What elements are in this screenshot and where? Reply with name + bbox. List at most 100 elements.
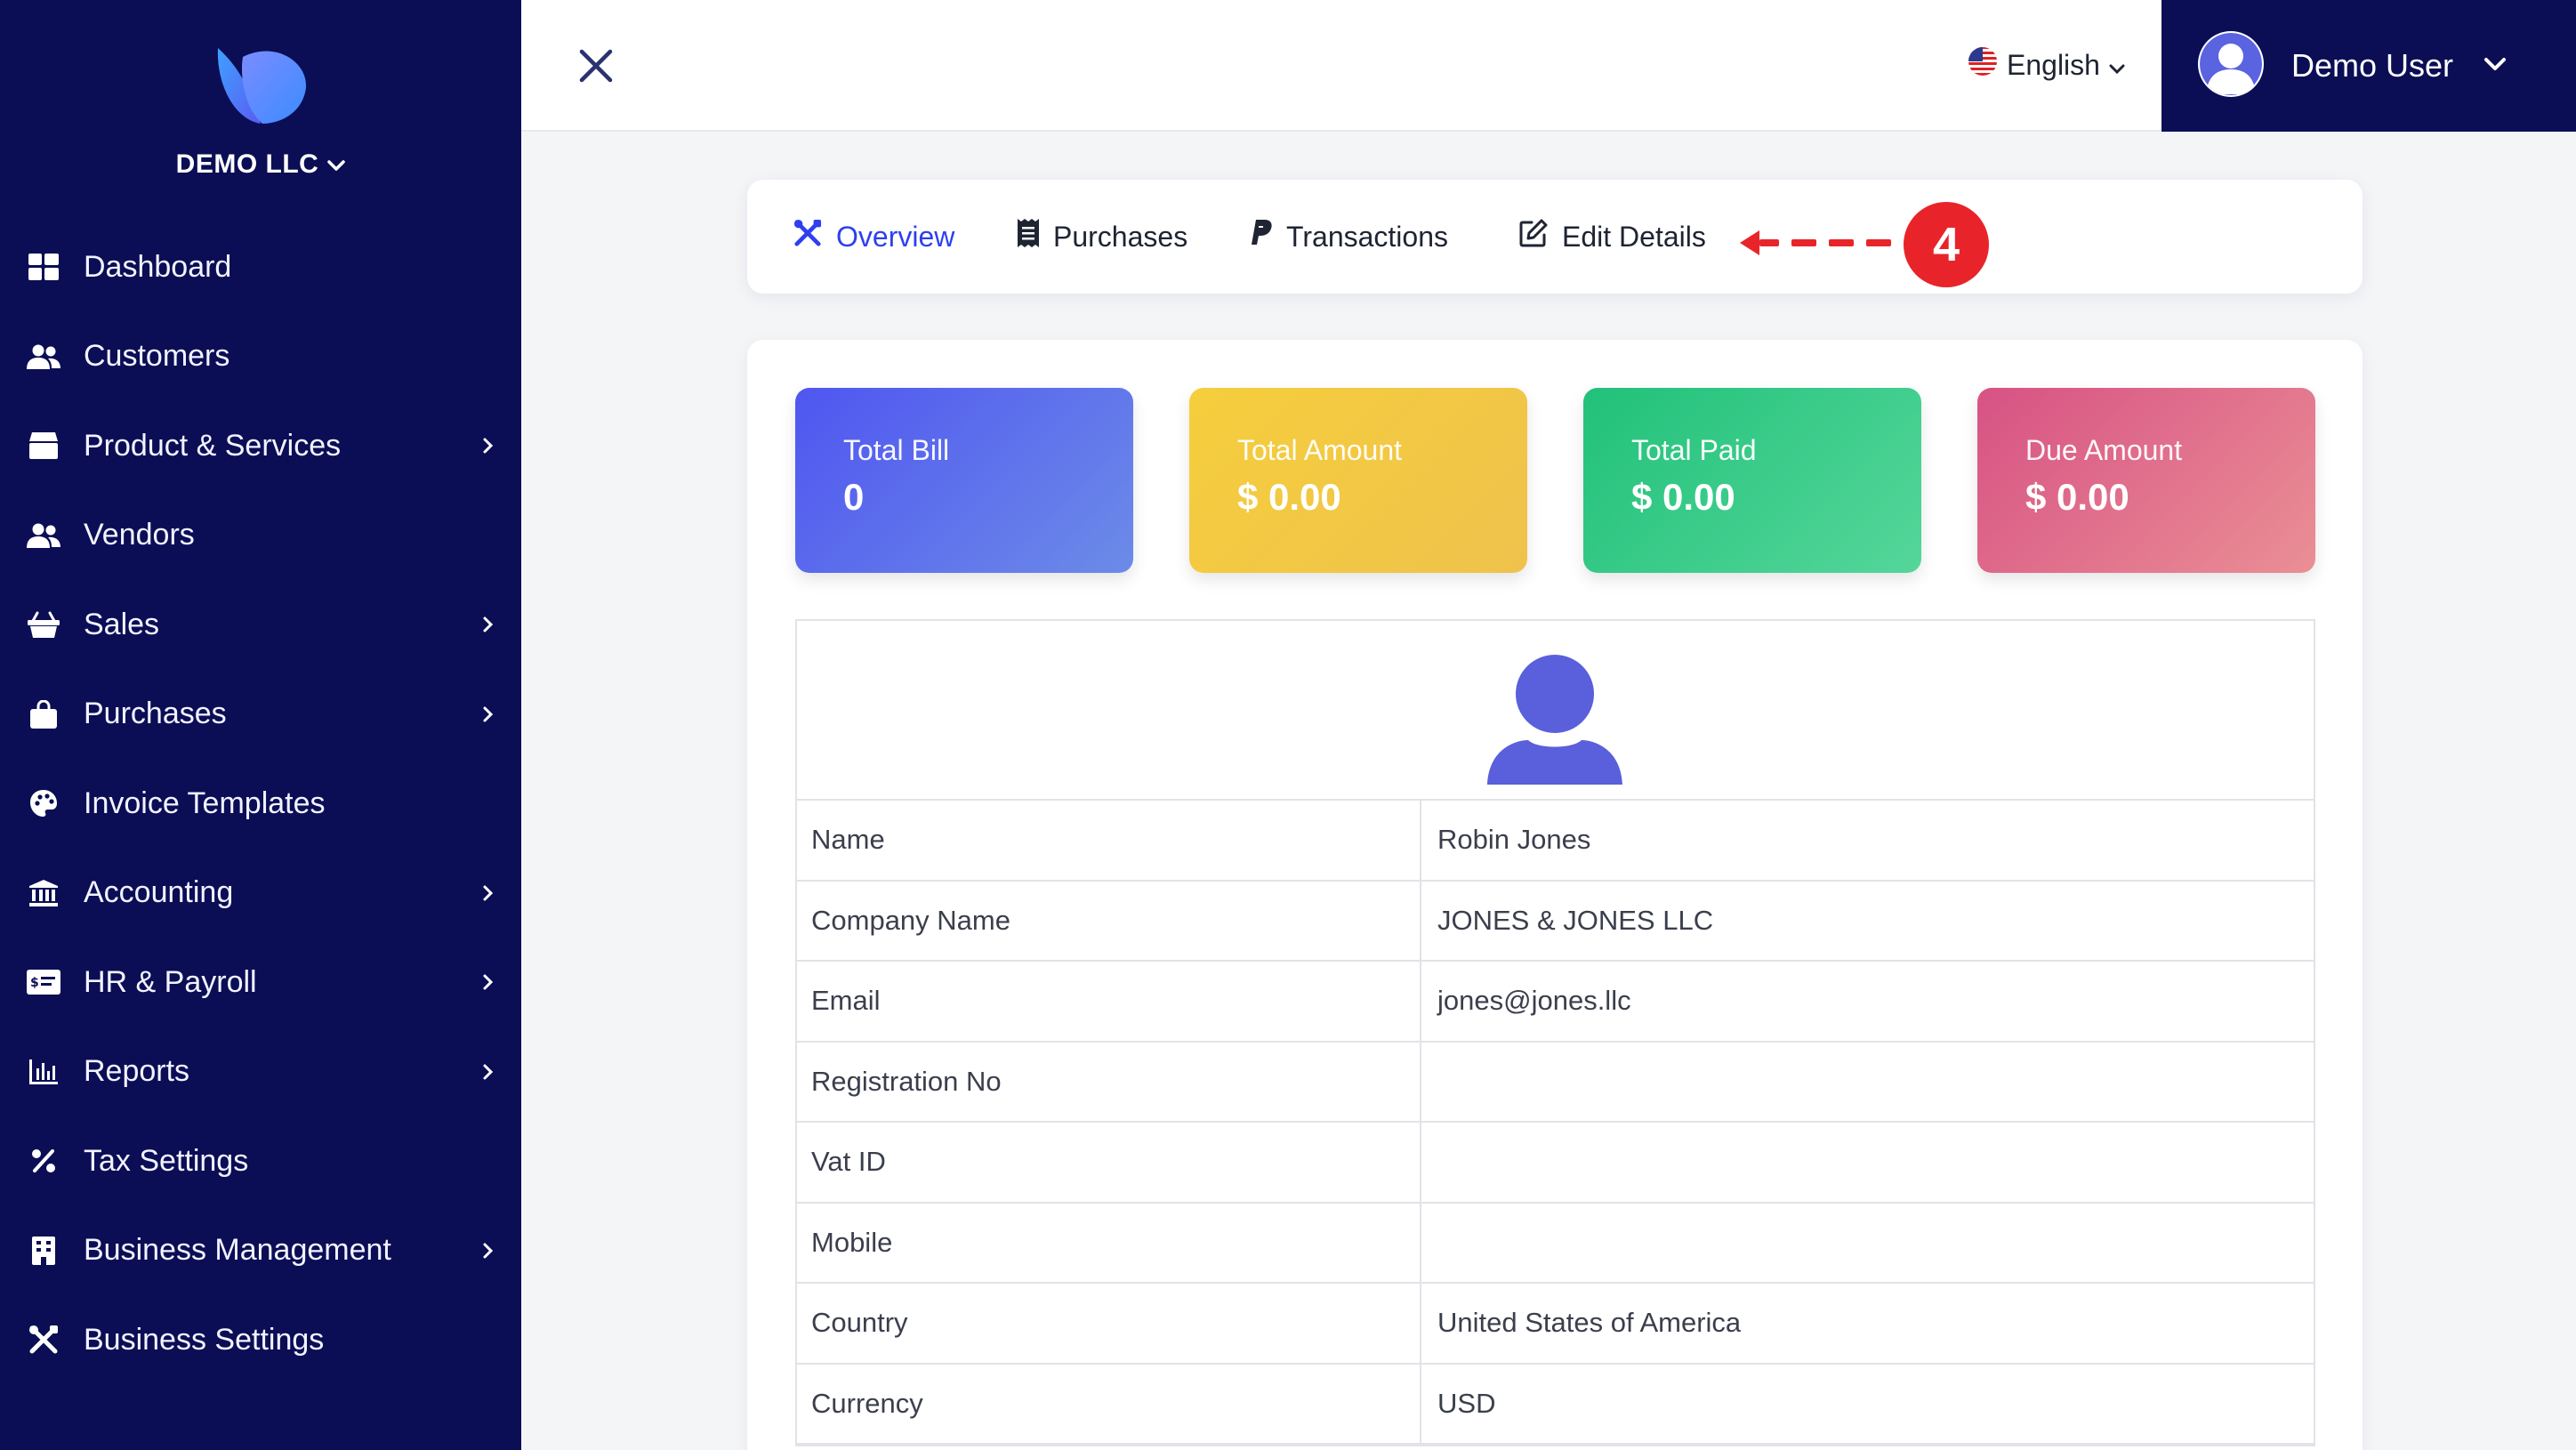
- sidebar-item-business-settings[interactable]: Business Settings: [0, 1295, 521, 1385]
- table-row: Company Name JONES & JONES LLC: [797, 881, 2314, 962]
- tools-icon: [27, 1323, 60, 1357]
- us-flag-icon: [1968, 46, 1998, 84]
- basket-icon: [27, 608, 60, 641]
- chevron-right-icon: [482, 437, 495, 459]
- tools-icon: [793, 219, 822, 254]
- sidebar-item-tax-settings[interactable]: Tax Settings: [0, 1116, 521, 1206]
- sidebar-item-label: Product & Services: [84, 428, 342, 463]
- user-menu[interactable]: Demo User: [2161, 0, 2576, 132]
- users-icon: [27, 519, 60, 552]
- chevron-right-icon: [482, 884, 495, 906]
- bag-icon: [27, 697, 60, 731]
- sidebar-item-label: Sales: [84, 607, 160, 641]
- arrow-left-icon: [1736, 225, 1896, 265]
- sidebar: DEMO LLC Dashboard Customers Product & S…: [0, 0, 521, 1450]
- detail-key: Vat ID: [797, 1123, 1421, 1202]
- sidebar-nav: Dashboard Customers Product & Services V…: [0, 222, 521, 1385]
- tab-label: Overview: [836, 220, 955, 253]
- customer-avatar-row: [797, 621, 2314, 801]
- table-row: Email jones@jones.llc: [797, 962, 2314, 1043]
- building-icon: [27, 1234, 60, 1268]
- user-name: Demo User: [2291, 47, 2454, 84]
- sidebar-item-vendors[interactable]: Vendors: [0, 491, 521, 581]
- stat-value: $ 0.00: [1631, 476, 1735, 518]
- chevron-down-icon: [2483, 57, 2507, 76]
- sidebar-item-label: Business Management: [84, 1233, 391, 1268]
- tab-label: Transactions: [1286, 220, 1448, 253]
- table-row: Country United States of America: [797, 1284, 2314, 1365]
- detail-value: Robin Jones: [1437, 824, 1591, 856]
- tab-edit-details[interactable]: Edit Details: [1519, 180, 1706, 294]
- svg-text:$: $: [30, 976, 39, 990]
- tab-overview[interactable]: Overview: [793, 180, 954, 294]
- percent-icon: [27, 1144, 60, 1178]
- step-badge: 4: [1904, 202, 1989, 287]
- tab-bar: Overview Purchases Transactions Edit Det…: [747, 180, 2363, 294]
- language-label: English: [2007, 48, 2100, 81]
- detail-value: [1421, 1123, 2314, 1202]
- customer-avatar-icon: [1487, 655, 1622, 785]
- chevron-right-icon: [482, 1063, 495, 1085]
- sidebar-item-accounting[interactable]: Accounting: [0, 849, 521, 938]
- sidebar-item-hr-payroll[interactable]: $ HR & Payroll: [0, 938, 521, 1027]
- detail-key: Company Name: [797, 881, 1421, 960]
- sidebar-item-label: Dashboard: [84, 249, 232, 284]
- sidebar-item-customers[interactable]: Customers: [0, 312, 521, 402]
- table-row: Name Robin Jones: [797, 801, 2314, 882]
- table-row: Currency USD: [797, 1364, 2314, 1445]
- sidebar-item-label: HR & Payroll: [84, 964, 257, 999]
- dashboard-icon: [27, 250, 60, 284]
- chevron-down-icon: [327, 149, 346, 180]
- tab-transactions[interactable]: Transactions: [1251, 180, 1448, 294]
- sidebar-item-label: Invoice Templates: [84, 785, 326, 820]
- chevron-right-icon: [482, 705, 495, 728]
- paypal-icon: [1251, 220, 1272, 254]
- stat-card-total-paid: Total Paid $ 0.00: [1583, 388, 1921, 573]
- sidebar-item-business-management[interactable]: Business Management: [0, 1206, 521, 1296]
- stat-card-due-amount: Due Amount $ 0.00: [1977, 388, 2315, 573]
- detail-value: [1421, 1043, 2314, 1122]
- customer-details-table: Name Robin Jones Company Name JONES & JO…: [795, 619, 2315, 1446]
- stat-value: $ 0.00: [1237, 476, 1341, 518]
- chevron-right-icon: [482, 973, 495, 995]
- stat-label: Due Amount: [2025, 434, 2183, 466]
- stat-label: Total Bill: [843, 434, 950, 466]
- detail-key: Mobile: [797, 1203, 1421, 1282]
- brand-logo: [207, 39, 314, 128]
- sidebar-item-purchases[interactable]: Purchases: [0, 670, 521, 760]
- detail-key: Country: [797, 1284, 1421, 1363]
- box-icon: [27, 429, 60, 463]
- table-row: Registration No: [797, 1042, 2314, 1123]
- receipt-icon: [1018, 219, 1039, 254]
- sidebar-item-label: Business Settings: [84, 1322, 325, 1357]
- tab-label: Purchases: [1053, 220, 1188, 253]
- avatar: [2197, 30, 2265, 102]
- users-icon: [27, 340, 60, 374]
- stat-card-total-bill: Total Bill 0: [795, 388, 1133, 573]
- detail-value: jones@jones.llc: [1437, 985, 1631, 1017]
- sidebar-item-reports[interactable]: Reports: [0, 1027, 521, 1117]
- stat-value: $ 0.00: [2025, 476, 2129, 518]
- close-icon[interactable]: [575, 44, 617, 87]
- tab-purchases[interactable]: Purchases: [1018, 180, 1187, 294]
- stat-card-total-amount: Total Amount $ 0.00: [1189, 388, 1527, 573]
- company-name: DEMO LLC: [175, 149, 319, 179]
- step-annotation: 4: [1736, 202, 1989, 287]
- detail-value: USD: [1437, 1387, 1496, 1419]
- sidebar-item-label: Customers: [84, 339, 230, 374]
- chevron-right-icon: [482, 616, 495, 638]
- sidebar-item-invoice-templates[interactable]: Invoice Templates: [0, 759, 521, 849]
- sidebar-item-dashboard[interactable]: Dashboard: [0, 222, 521, 312]
- detail-key: Currency: [797, 1364, 1421, 1443]
- sidebar-item-product-services[interactable]: Product & Services: [0, 401, 521, 491]
- table-row: Mobile: [797, 1203, 2314, 1284]
- stat-value: 0: [843, 476, 865, 518]
- company-switcher[interactable]: DEMO LLC: [0, 149, 521, 180]
- sidebar-item-label: Accounting: [84, 875, 234, 910]
- sidebar-item-sales[interactable]: Sales: [0, 580, 521, 670]
- detail-key: Registration No: [797, 1042, 1421, 1121]
- top-bar: English Demo User: [521, 0, 2576, 132]
- stat-label: Total Paid: [1631, 434, 1757, 466]
- language-selector[interactable]: English: [1968, 44, 2125, 85]
- edit-icon: [1519, 219, 1548, 254]
